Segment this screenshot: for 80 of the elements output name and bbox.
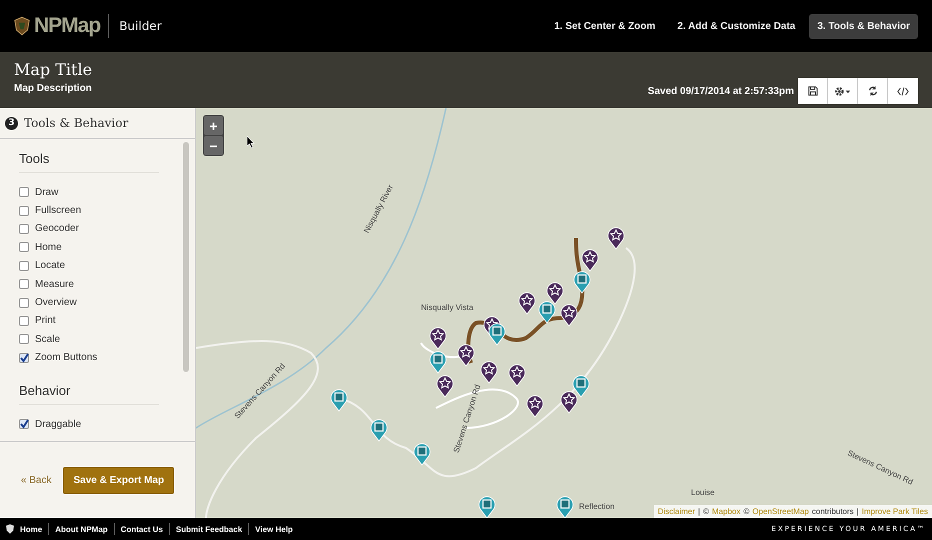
square-map-marker-icon[interactable] (488, 322, 506, 346)
footer-link[interactable]: Submit Feedback (176, 524, 242, 534)
footer-link[interactable]: Home (20, 524, 42, 534)
back-link[interactable]: « Back (20, 474, 52, 486)
option-label: Home (35, 242, 62, 253)
star-map-marker-icon[interactable] (457, 343, 475, 367)
checkbox[interactable] (19, 206, 29, 216)
checkbox[interactable] (19, 334, 29, 344)
attribution-text: | (856, 507, 859, 516)
option-label: Fullscreen (35, 205, 82, 216)
map-place-label: Stevens Canyon Rd (452, 383, 482, 454)
star-map-marker-icon[interactable] (581, 248, 599, 272)
settings-icon (834, 86, 852, 96)
step-tab[interactable]: 3. Tools & Behavior (809, 14, 918, 38)
square-map-marker-icon[interactable] (573, 270, 591, 294)
star-map-marker-icon[interactable] (607, 226, 625, 250)
attribution-text: © (703, 507, 710, 516)
option-label: Measure (35, 278, 74, 290)
mouse-pointer-icon (247, 136, 255, 148)
checkbox[interactable] (19, 352, 29, 363)
square-map-marker-icon[interactable] (370, 418, 388, 442)
checkbox[interactable] (19, 298, 29, 308)
option-label: Draggable (35, 418, 82, 430)
star-map-marker-icon[interactable] (546, 281, 564, 305)
checkbox[interactable] (19, 279, 29, 290)
checkbox[interactable] (19, 242, 29, 252)
star-map-marker-icon[interactable] (560, 303, 578, 327)
star-map-marker-icon[interactable] (560, 390, 578, 414)
star-map-marker-icon[interactable] (436, 374, 454, 398)
checkbox[interactable] (19, 187, 29, 198)
map-description: Map Description (14, 83, 92, 94)
square-map-marker-icon[interactable] (538, 300, 556, 324)
square-map-marker-icon[interactable] (413, 442, 431, 466)
attribution-text: | (698, 507, 700, 516)
option-label: Locate (35, 260, 66, 272)
map-place-label: Nisqually Vista (421, 303, 474, 312)
step-tab[interactable]: 2. Add & Customize Data (669, 14, 804, 38)
option-label: Print (35, 315, 56, 326)
panel-heading: Tools & Behavior (24, 116, 128, 130)
step-number-badge: 3 (5, 116, 18, 130)
square-map-marker-icon[interactable] (478, 495, 496, 518)
checkbox[interactable] (19, 316, 29, 326)
option-label: Draw (35, 186, 58, 198)
refresh-icon (868, 86, 878, 96)
option-label: Scale (35, 334, 60, 345)
section-title: Tools (19, 151, 159, 173)
code-icon (897, 86, 909, 96)
square-map-marker-icon[interactable] (572, 374, 590, 398)
saved-status: Saved 09/17/2014 at 2:57:33pm (648, 86, 794, 99)
step-tab[interactable]: 1. Set Center & Zoom (546, 14, 664, 38)
map-place-label: Louise (691, 488, 715, 497)
star-map-marker-icon[interactable] (508, 363, 526, 387)
footer-link[interactable]: View Help (255, 524, 293, 534)
square-map-marker-icon[interactable] (330, 388, 348, 412)
star-map-marker-icon[interactable] (480, 360, 498, 384)
footer-link[interactable]: Contact Us (120, 524, 163, 534)
zoom-in-button[interactable]: + (204, 116, 223, 135)
zoom-out-button[interactable]: − (204, 136, 223, 155)
checkbox[interactable] (19, 260, 29, 271)
logo-text: NPMap (34, 14, 110, 38)
square-map-marker-icon[interactable] (429, 350, 447, 374)
star-map-marker-icon[interactable] (518, 291, 536, 315)
scrollbar-thumb[interactable] (183, 142, 189, 372)
attribution-text: © (743, 507, 750, 516)
option-label: Overview (35, 297, 77, 308)
map-place-label: Reflection (579, 502, 615, 511)
checkbox[interactable] (19, 419, 29, 430)
save-export-button[interactable]: Save & Export Map (63, 466, 174, 494)
map-title: Map Title (14, 60, 92, 79)
save-button[interactable] (798, 78, 828, 104)
footer-link[interactable]: About NPMap (55, 524, 108, 534)
option-label: Zoom Buttons (35, 352, 98, 364)
section-title: Behavior (19, 382, 159, 405)
attribution-text: contributors (812, 507, 854, 516)
square-map-marker-icon[interactable] (556, 495, 574, 518)
checkbox[interactable] (19, 224, 29, 234)
star-map-marker-icon[interactable] (526, 394, 544, 418)
option-label: Geocoder (35, 223, 79, 234)
app-name: Builder (118, 19, 162, 33)
star-map-marker-icon[interactable] (429, 326, 447, 350)
